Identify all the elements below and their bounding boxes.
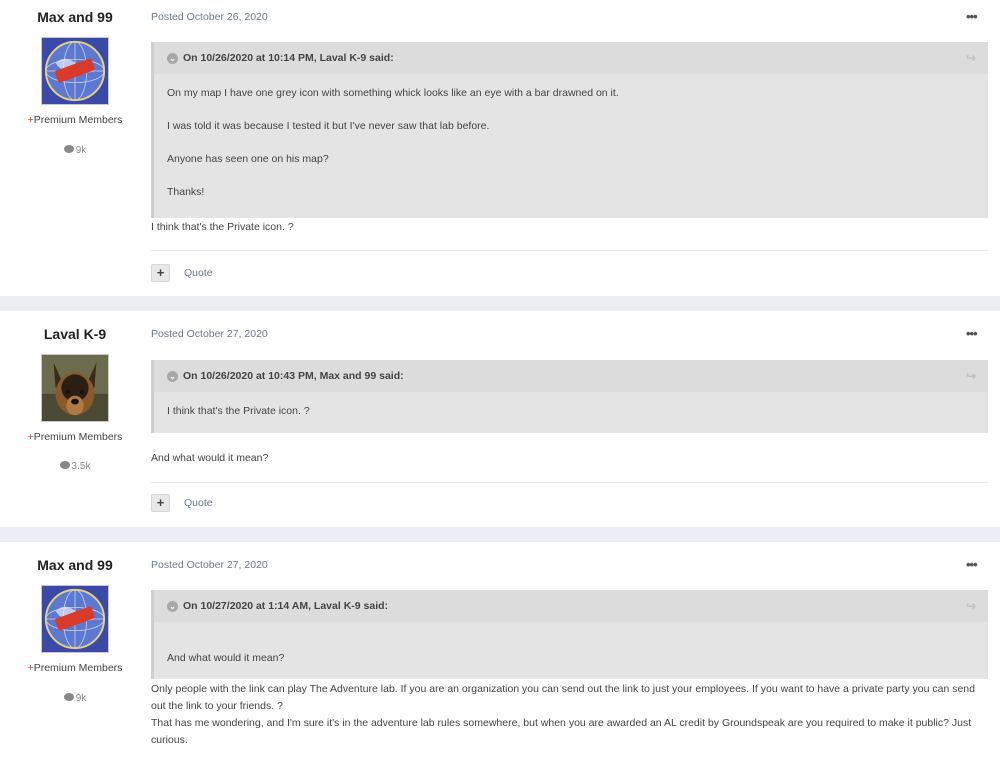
post-content: I think that's the Private icon. ? bbox=[151, 221, 294, 233]
quote-block: ⌄ On 10/26/2020 at 10:14 PM, Laval K-9 sa… bbox=[151, 42, 988, 218]
quote-line: I think that's the Private icon. ? bbox=[167, 405, 310, 417]
quote-body: On my map I have one grey icon with some… bbox=[154, 74, 988, 198]
posted-date[interactable]: Posted October 27, 2020 bbox=[151, 328, 268, 340]
post-content: And what would it mean? bbox=[151, 452, 269, 464]
member-group: +Premium Members bbox=[0, 431, 150, 443]
quote-header-text: On 10/26/2020 at 10:14 PM, Laval K-9 sai… bbox=[183, 52, 394, 64]
post-count: 3.5k bbox=[0, 461, 150, 472]
author-name[interactable]: Laval K-9 bbox=[0, 326, 150, 342]
member-group: +Premium Members bbox=[0, 114, 150, 126]
avatar[interactable] bbox=[41, 37, 109, 105]
comment-icon bbox=[59, 461, 70, 469]
author-name[interactable]: Max and 99 bbox=[0, 557, 150, 573]
post-count-value: 9k bbox=[75, 693, 87, 704]
post: Laval K-9 +Premium Members 3.5k Posted O… bbox=[0, 311, 1000, 527]
post-menu-button[interactable]: ••• bbox=[966, 9, 978, 24]
quote-button[interactable]: Quote bbox=[184, 497, 213, 509]
post-menu-button[interactable]: ••• bbox=[966, 326, 978, 341]
share-icon[interactable]: ↪ bbox=[966, 590, 976, 622]
reaction-button[interactable]: + bbox=[151, 494, 170, 512]
get-smart-logo-icon bbox=[42, 586, 108, 652]
quote-block: ⌄ On 10/26/2020 at 10:43 PM, Max and 99 s… bbox=[151, 360, 988, 433]
quote-body: I think that's the Private icon. ? bbox=[154, 392, 988, 417]
quote-header-text: On 10/26/2020 at 10:43 PM, Max and 99 sa… bbox=[183, 370, 404, 382]
post-content-line: That has me wondering, and I'm sure it's… bbox=[151, 717, 972, 746]
post-count: 9k bbox=[0, 145, 150, 156]
post: Max and 99 +Premium Members 9k Posted Oc… bbox=[0, 542, 1000, 762]
avatar[interactable] bbox=[41, 585, 109, 653]
group-label: Premium Members bbox=[33, 431, 123, 443]
comment-icon bbox=[63, 145, 74, 153]
post-count-value: 9k bbox=[75, 145, 87, 156]
quote-line: On my map I have one grey icon with some… bbox=[167, 87, 619, 99]
post-content-line: Only people with the link can play The A… bbox=[151, 683, 975, 712]
quote-line: Thanks! bbox=[167, 186, 205, 198]
chevron-down-icon[interactable]: ⌄ bbox=[167, 52, 178, 64]
divider bbox=[151, 250, 988, 251]
reaction-button[interactable]: + bbox=[151, 264, 170, 282]
share-icon[interactable]: ↪ bbox=[966, 42, 976, 74]
quote-header[interactable]: ⌄ On 10/26/2020 at 10:14 PM, Laval K-9 sa… bbox=[154, 42, 988, 74]
post-count: 9k bbox=[0, 693, 150, 704]
quote-block: ⌄ On 10/27/2020 at 1:14 AM, Laval K-9 sai… bbox=[151, 590, 988, 679]
quote-header[interactable]: ⌄ On 10/26/2020 at 10:43 PM, Max and 99 s… bbox=[154, 360, 988, 392]
quote-header[interactable]: ⌄ On 10/27/2020 at 1:14 AM, Laval K-9 sai… bbox=[154, 590, 988, 622]
post: Max and 99 +Premium Members 9k Posted Oc… bbox=[0, 0, 1000, 296]
share-icon[interactable]: ↪ bbox=[966, 360, 976, 392]
chevron-down-icon[interactable]: ⌄ bbox=[167, 600, 178, 612]
divider bbox=[151, 482, 988, 483]
chevron-down-icon[interactable]: ⌄ bbox=[167, 370, 178, 382]
group-label: Premium Members bbox=[33, 114, 123, 126]
post-menu-button[interactable]: ••• bbox=[966, 557, 978, 572]
post-count-value: 3.5k bbox=[71, 461, 91, 472]
quote-button[interactable]: Quote bbox=[184, 267, 213, 279]
quote-line: And what would it mean? bbox=[167, 652, 285, 664]
dog-avatar-icon bbox=[42, 355, 108, 421]
quote-line: I was told it was because I tested it bu… bbox=[167, 120, 490, 132]
quote-header-text: On 10/27/2020 at 1:14 AM, Laval K-9 said… bbox=[183, 600, 389, 612]
avatar[interactable] bbox=[41, 354, 109, 422]
get-smart-logo-icon bbox=[42, 38, 108, 104]
posted-date[interactable]: Posted October 27, 2020 bbox=[151, 559, 268, 571]
member-group: +Premium Members bbox=[0, 662, 150, 674]
comment-icon bbox=[63, 693, 74, 701]
group-label: Premium Members bbox=[33, 662, 123, 674]
author-name[interactable]: Max and 99 bbox=[0, 9, 150, 25]
quote-body: And what would it mean? bbox=[154, 622, 988, 664]
quote-line: Anyone has seen one on his map? bbox=[167, 153, 329, 165]
posted-date[interactable]: Posted October 26, 2020 bbox=[151, 11, 268, 23]
